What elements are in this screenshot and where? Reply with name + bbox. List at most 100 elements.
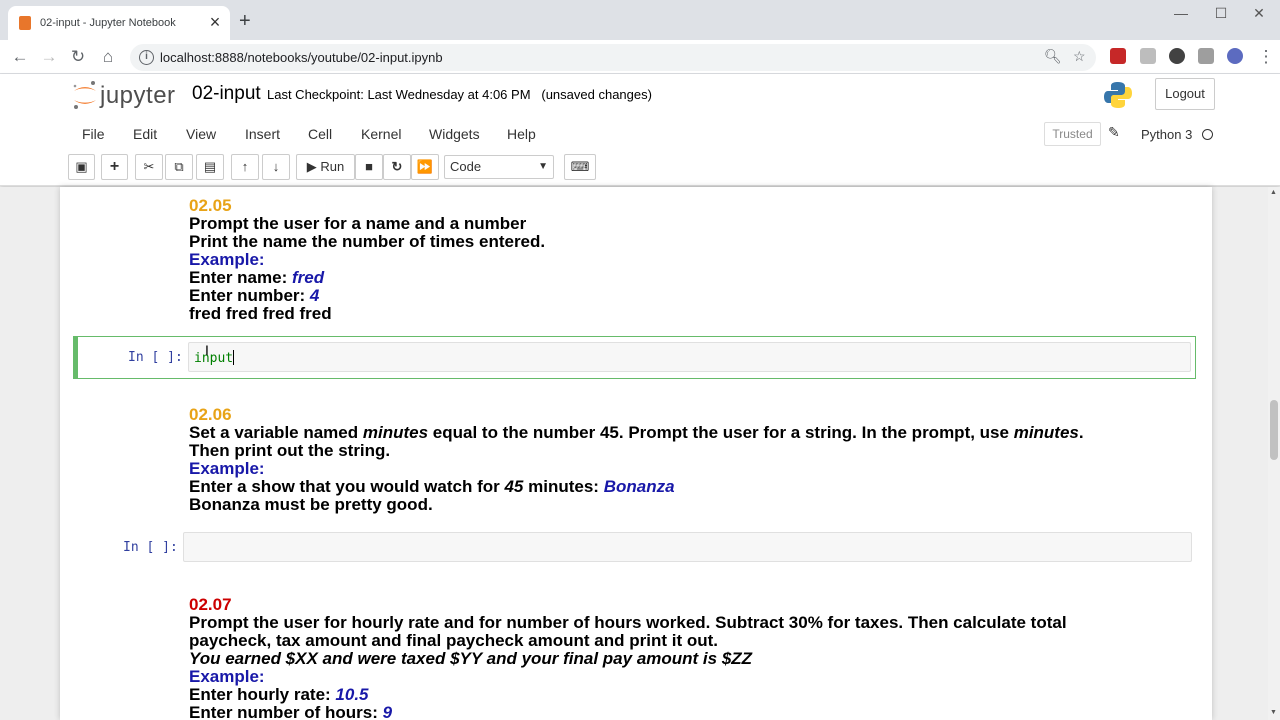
site-info-icon[interactable]: i	[139, 50, 154, 65]
md-text: Enter name:	[189, 268, 292, 287]
scroll-up-icon[interactable]: ▲	[1270, 189, 1277, 196]
example-heading: Example:	[189, 459, 265, 478]
md-text: Print the name the number of times enter…	[189, 232, 546, 251]
notebook-name[interactable]: 02-input	[192, 83, 261, 105]
example-heading: Example:	[189, 667, 265, 686]
browser-toolbar: ← → ↻ ⌂ i localhost:8888/notebooks/youtu…	[0, 40, 1280, 74]
save-icon[interactable]: ▣	[68, 154, 95, 180]
bookmark-star-icon[interactable]: ☆	[1073, 48, 1086, 65]
unsaved-status: (unsaved changes)	[541, 87, 652, 102]
kernel-name: Python 3	[1141, 127, 1193, 142]
md-italic: minutes	[1013, 423, 1079, 442]
run-button[interactable]: ▶ Run	[296, 154, 355, 180]
md-line: Enter hourly rate: 10.5	[189, 686, 1067, 704]
forward-icon[interactable]: →	[38, 46, 60, 68]
extension-icon[interactable]	[1140, 48, 1156, 64]
md-line: Enter a show that you would watch for 45…	[189, 478, 1084, 496]
tab-close-icon[interactable]: ×	[206, 13, 224, 31]
restart-run-all-icon[interactable]: ⏩	[411, 154, 439, 180]
md-text: Prompt the user for a name and a number	[189, 214, 527, 233]
tab-title: 02-input - Jupyter Notebook	[40, 17, 176, 29]
md-text: equal to the number 45. Prompt the user …	[428, 423, 1014, 442]
code-cell-selected[interactable]: In [ ]: input I	[73, 336, 1196, 379]
cell-type-select[interactable]: Code ▼	[444, 155, 554, 179]
md-text: Set a variable named	[189, 423, 363, 442]
example-value: 10.5	[335, 685, 369, 704]
url-text[interactable]: localhost:8888/notebooks/youtube/02-inpu…	[160, 50, 443, 65]
exercise-number: 02.05	[189, 196, 232, 215]
menu-insert[interactable]: Insert	[245, 126, 280, 142]
paste-icon[interactable]: ▤	[196, 154, 224, 180]
more-menu-icon[interactable]: ⋮	[1255, 46, 1277, 68]
menu-file[interactable]: File	[82, 126, 105, 142]
close-window-icon[interactable]: ✕	[1236, 5, 1280, 22]
page-scrollbar[interactable]: ▲ ▼	[1268, 187, 1280, 720]
avatar[interactable]	[1227, 48, 1243, 64]
input-prompt: In [ ]:	[128, 350, 183, 365]
code-input[interactable]: input	[188, 342, 1191, 372]
example-heading: Example:	[189, 250, 265, 269]
menu-edit[interactable]: Edit	[133, 126, 157, 142]
md-text: Enter number of hours:	[189, 703, 383, 720]
md-italic: 45	[504, 477, 524, 496]
md-text: paycheck, tax amount and final paycheck …	[189, 631, 718, 650]
scrollbar-thumb[interactable]	[1270, 400, 1278, 460]
menu-view[interactable]: View	[186, 126, 216, 142]
menu-cell[interactable]: Cell	[308, 126, 332, 142]
extension-icon[interactable]	[1110, 48, 1126, 64]
zoom-icon[interactable]: 🔍︎	[1044, 48, 1062, 65]
code-input[interactable]	[183, 532, 1192, 562]
scroll-down-icon[interactable]: ▼	[1270, 709, 1277, 716]
md-line: Enter name: fred	[189, 269, 545, 287]
md-text: Prompt the user for hourly rate and for …	[189, 613, 1067, 632]
move-up-icon[interactable]: ↑	[231, 154, 259, 180]
markdown-cell[interactable]: 02.05 Prompt the user for a name and a n…	[189, 197, 545, 323]
markdown-cell[interactable]: 02.07 Prompt the user for hourly rate an…	[189, 596, 1067, 720]
md-text: Then print out the string.	[189, 441, 391, 460]
code-content: input	[194, 351, 234, 366]
new-tab-icon[interactable]: +	[239, 11, 251, 31]
markdown-cell[interactable]: 02.06 Set a variable named minutes equal…	[189, 406, 1084, 514]
menu-bar: File Edit View Insert Cell Kernel Widget…	[68, 118, 1220, 150]
exercise-number: 02.06	[189, 405, 232, 424]
example-value: fred	[291, 268, 325, 287]
restart-icon[interactable]: ↻	[383, 154, 411, 180]
exercise-number: 02.07	[189, 595, 232, 614]
trusted-badge[interactable]: Trusted	[1044, 122, 1101, 146]
menu-widgets[interactable]: Widgets	[429, 126, 480, 142]
run-icon: ▶	[306, 159, 317, 174]
md-text: .	[1078, 423, 1084, 442]
md-italic: minutes	[362, 423, 429, 442]
jupyter-logo-text[interactable]: jupyter	[100, 82, 176, 110]
interrupt-icon[interactable]: ■	[355, 154, 383, 180]
address-bar[interactable]: i localhost:8888/notebooks/youtube/02-in…	[130, 44, 1096, 71]
code-text[interactable]: input	[194, 350, 235, 366]
home-icon[interactable]: ⌂	[97, 46, 119, 68]
code-cell[interactable]: In [ ]:	[73, 527, 1196, 570]
menu-help[interactable]: Help	[507, 126, 536, 142]
md-line: Enter number: 4	[189, 287, 545, 305]
md-text: minutes:	[523, 477, 604, 496]
insert-cell-icon[interactable]: +	[101, 154, 128, 180]
browser-tab[interactable]: 02-input - Jupyter Notebook ×	[8, 6, 230, 40]
run-label: Run	[320, 159, 345, 174]
example-value: 9	[382, 703, 393, 720]
move-down-icon[interactable]: ↓	[262, 154, 290, 180]
edit-pencil-icon[interactable]: ✎	[1108, 124, 1120, 141]
notebook-container: 02.05 Prompt the user for a name and a n…	[60, 187, 1212, 720]
copy-icon[interactable]: ⧉	[165, 154, 193, 180]
md-text: Enter hourly rate:	[189, 685, 336, 704]
md-italic: You earned $XX and were taxed $YY and yo…	[189, 649, 753, 668]
extension-icon[interactable]	[1169, 48, 1185, 64]
back-icon[interactable]: ←	[9, 46, 31, 68]
menu-kernel[interactable]: Kernel	[361, 126, 401, 142]
reload-icon[interactable]: ↻	[67, 46, 89, 68]
chevron-down-icon: ▼	[538, 161, 548, 172]
cut-icon[interactable]: ✂	[135, 154, 163, 180]
logout-button[interactable]: Logout	[1155, 78, 1215, 110]
md-text: Enter number:	[189, 286, 310, 305]
example-value: 4	[309, 286, 320, 305]
puzzle-icon[interactable]	[1198, 48, 1214, 64]
keyboard-icon[interactable]: ⌨	[564, 154, 596, 180]
example-value: Bonanza	[603, 477, 675, 496]
